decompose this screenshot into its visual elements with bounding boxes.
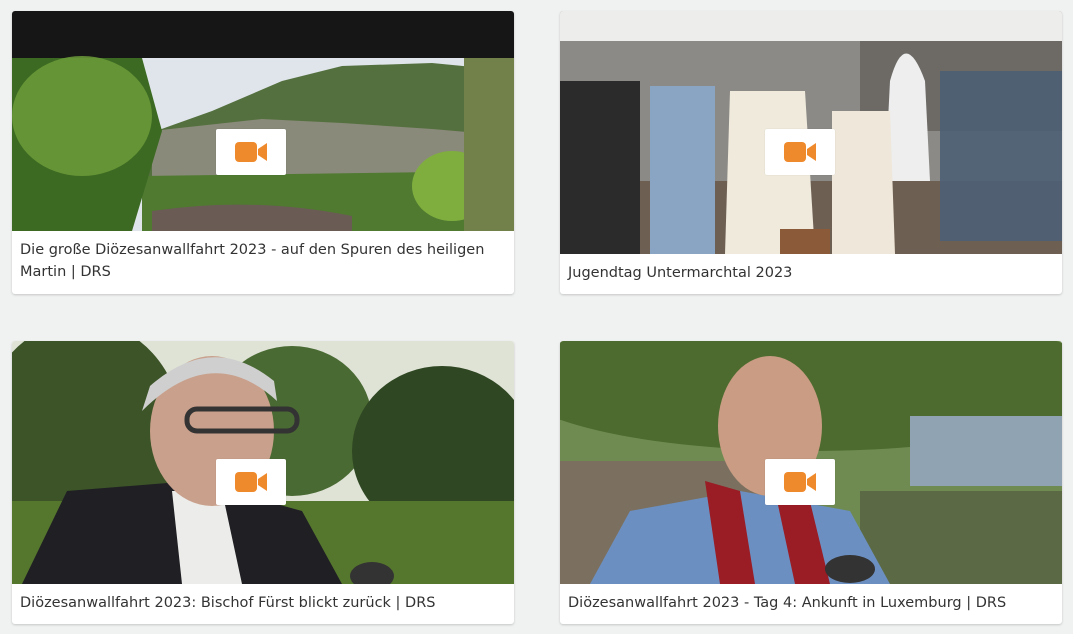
play-video-button[interactable] <box>216 129 286 175</box>
video-title[interactable]: Diözesanwallfahrt 2023 - Tag 4: Ankunft … <box>568 592 1054 614</box>
play-video-button[interactable] <box>216 459 286 505</box>
video-camera-icon <box>784 472 816 492</box>
play-video-button[interactable] <box>765 129 835 175</box>
video-title[interactable]: Diözesanwallfahrt 2023: Bischof Fürst bl… <box>20 592 506 614</box>
video-card-youth-day[interactable]: Jugendtag Untermarchtal 2023 <box>560 11 1062 294</box>
video-card-luxembourg-arrival[interactable]: Diözesanwallfahrt 2023 - Tag 4: Ankunft … <box>560 341 1062 624</box>
video-camera-icon <box>784 142 816 162</box>
video-thumbnail[interactable] <box>560 341 1062 584</box>
video-camera-icon <box>235 142 267 162</box>
video-camera-icon <box>235 472 267 492</box>
video-card-pilgrimage[interactable]: Die große Diözesanwallfahrt 2023 - auf d… <box>12 11 514 294</box>
video-title[interactable]: Die große Diözesanwallfahrt 2023 - auf d… <box>20 239 506 283</box>
thumbnail-image <box>12 11 514 231</box>
video-thumbnail[interactable] <box>12 341 514 584</box>
video-title[interactable]: Jugendtag Untermarchtal 2023 <box>568 262 1054 284</box>
play-video-button[interactable] <box>765 459 835 505</box>
video-thumbnail[interactable] <box>12 11 514 231</box>
video-thumbnail[interactable] <box>560 11 1062 254</box>
video-card-bishop-interview[interactable]: Diözesanwallfahrt 2023: Bischof Fürst bl… <box>12 341 514 624</box>
